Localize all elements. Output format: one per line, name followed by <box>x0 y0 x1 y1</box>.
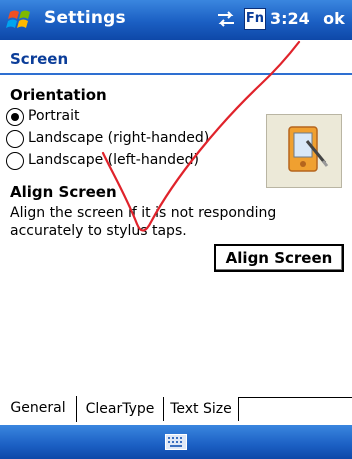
app-title: Settings <box>44 8 126 28</box>
section-title: Screen <box>10 50 69 68</box>
title-bar: Settings Fn 3:24 ok <box>0 0 352 40</box>
radio-button[interactable] <box>6 130 24 148</box>
section-divider <box>0 73 352 75</box>
tab-bar: General ClearType Text Size <box>0 396 352 423</box>
radio-label: Portrait <box>28 108 80 124</box>
align-description: Align the screen if it is not responding… <box>10 205 277 239</box>
radio-label: Landscape (left-handed) <box>28 152 200 168</box>
keyboard-icon[interactable] <box>165 434 187 450</box>
radio-button-selected[interactable] <box>6 108 24 126</box>
tab-text-size[interactable]: Text Size <box>164 397 239 421</box>
align-screen-heading: Align Screen <box>10 183 117 201</box>
tab-general[interactable]: General <box>0 396 77 422</box>
windows-flag-icon[interactable] <box>6 6 36 34</box>
tab-cleartype[interactable]: ClearType <box>77 397 164 421</box>
clock[interactable]: 3:24 <box>270 9 310 28</box>
ok-button[interactable]: ok <box>318 7 350 31</box>
fn-key-indicator[interactable]: Fn <box>244 8 266 30</box>
device-rotation-icon <box>266 114 342 188</box>
orientation-heading: Orientation <box>10 86 107 104</box>
menu-bar <box>0 425 352 459</box>
connectivity-arrows-icon[interactable] <box>215 9 237 29</box>
align-screen-button[interactable]: Align Screen <box>214 244 344 272</box>
radio-label: Landscape (right-handed) <box>28 130 210 146</box>
radio-button[interactable] <box>6 152 24 170</box>
